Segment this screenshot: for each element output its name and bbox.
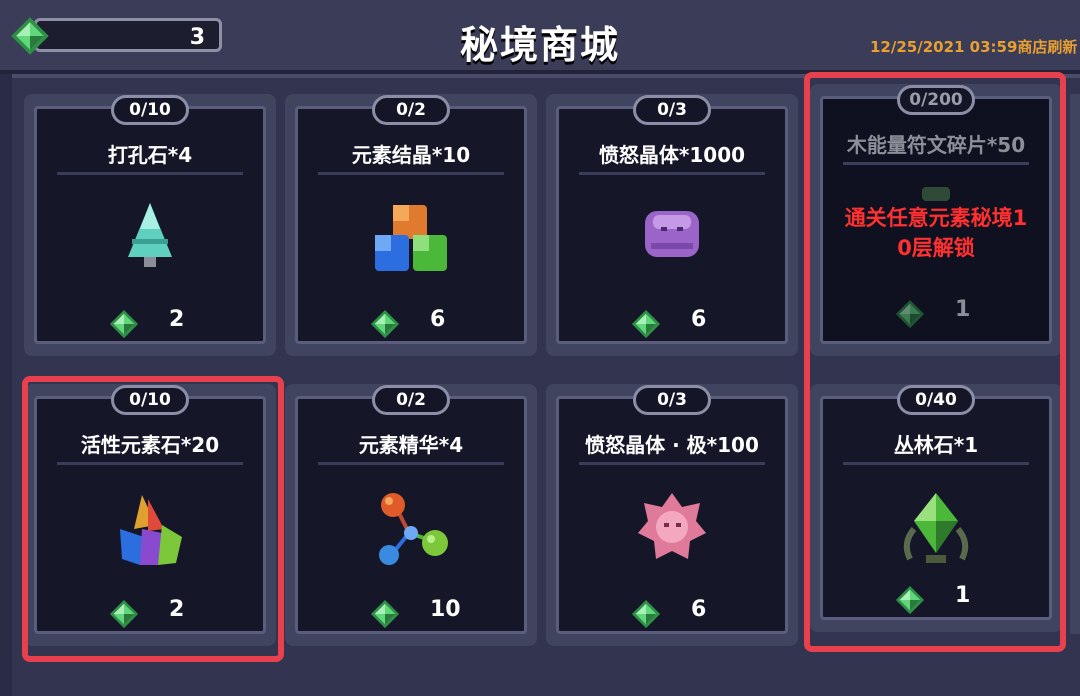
item-name: 愤怒晶体 · 极*100: [585, 433, 759, 457]
item-name: 元素精华*4: [358, 433, 464, 457]
item-name: 元素结晶*10: [351, 143, 471, 167]
green-gem-icon: [631, 599, 661, 629]
divider: [579, 172, 765, 175]
next-column-edge: [1070, 94, 1080, 634]
shop-item-card[interactable]: 0/10 打孔石*4 2: [24, 94, 276, 356]
divider: [579, 462, 765, 465]
drill-stone-icon: [128, 203, 172, 267]
item-name: 愤怒晶体*1000: [598, 143, 746, 167]
green-gem-icon: [109, 309, 139, 339]
divider: [318, 172, 504, 175]
green-gem-icon: [370, 599, 400, 629]
shop-item-card[interactable]: 0/2 元素精华*4 10: [285, 384, 537, 646]
shop-item-card[interactable]: 0/3 愤怒晶体*1000 6: [546, 94, 798, 356]
item-name: 打孔石*4: [107, 143, 193, 167]
divider: [318, 462, 504, 465]
shop-item-card[interactable]: 0/3 愤怒晶体 · 极*100 6: [546, 384, 798, 646]
purchase-limit-badge: 0/10: [111, 95, 189, 125]
purchase-limit-badge: 0/3: [633, 95, 711, 125]
highlight-box: [22, 376, 284, 662]
rage-crystal-extreme-icon: [638, 493, 706, 559]
item-price: 2: [169, 307, 185, 332]
item-price: 6: [691, 597, 707, 622]
rage-crystal-icon: [645, 211, 699, 257]
highlight-box: [804, 72, 1066, 652]
green-gem-icon: [631, 309, 661, 339]
green-gem-icon: [370, 309, 400, 339]
item-price: 6: [691, 307, 707, 332]
purchase-limit-badge: 0/3: [633, 385, 711, 415]
element-essence-icon: [379, 493, 448, 565]
item-price: 10: [430, 597, 461, 622]
purchase-limit-badge: 0/2: [372, 385, 450, 415]
top-bar: 3 秘境商城 12/25/2021 03:59商店刷新: [0, 0, 1080, 74]
shop-item-card[interactable]: 0/2 元素结晶*10 6: [285, 94, 537, 356]
purchase-limit-badge: 0/2: [372, 95, 450, 125]
item-price: 6: [430, 307, 446, 332]
refresh-timer: 12/25/2021 03:59商店刷新: [870, 38, 1078, 56]
element-crystal-icon: [375, 205, 447, 271]
divider: [57, 172, 243, 175]
